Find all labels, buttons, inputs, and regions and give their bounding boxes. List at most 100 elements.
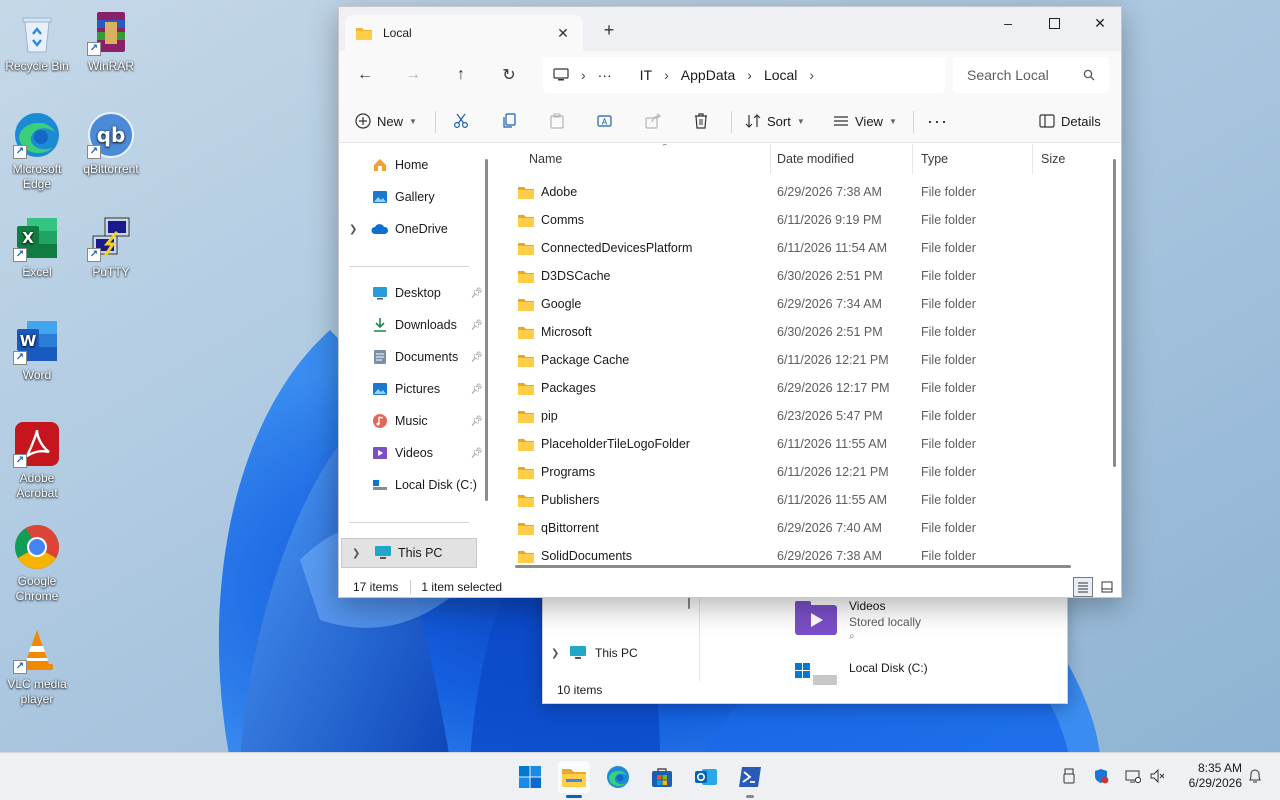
cut-button[interactable]: [453, 107, 469, 135]
network-icon[interactable]: [1124, 767, 1142, 785]
details-view-button[interactable]: [1073, 577, 1093, 597]
nav-item-videos[interactable]: Videos 📌︎: [339, 438, 487, 468]
more-options-button[interactable]: ···: [927, 107, 948, 135]
security-icon[interactable]: [1092, 767, 1110, 785]
refresh-button[interactable]: ↻: [493, 61, 525, 89]
file-name-cell[interactable]: Microsoft: [517, 324, 592, 340]
table-row[interactable]: Microsoft 6/30/2026 2:51 PM File folder: [501, 318, 1101, 346]
nav-item-this-pc[interactable]: ❯ This PC: [341, 538, 477, 568]
up-button[interactable]: ↑: [445, 61, 477, 89]
volume-muted-icon[interactable]: [1148, 767, 1166, 785]
desktop-icon-google-chrome[interactable]: Google Chrome: [1, 523, 73, 604]
notification-bell-icon[interactable]: [1246, 767, 1264, 785]
column-header-name[interactable]: Name ⌃: [521, 144, 771, 174]
file-name-cell[interactable]: pip: [517, 408, 558, 424]
nav-item-home[interactable]: Home: [339, 150, 487, 180]
desktop-icon-adobe-acrobat[interactable]: ↗ Adobe Acrobat: [1, 420, 73, 501]
file-name-cell[interactable]: PlaceholderTileLogoFolder: [517, 436, 690, 452]
chevron-right-icon[interactable]: ❯: [551, 648, 561, 659]
nav-item-gallery[interactable]: Gallery: [339, 182, 487, 212]
file-name-cell[interactable]: Programs: [517, 464, 595, 480]
file-name-cell[interactable]: Publishers: [517, 492, 599, 508]
chevron-right-icon[interactable]: ❯: [349, 224, 363, 235]
table-row[interactable]: Package Cache 6/11/2026 12:21 PM File fold…: [501, 346, 1101, 374]
nav-item-pictures[interactable]: Pictures 📌︎: [339, 374, 487, 404]
minimize-button[interactable]: –: [985, 7, 1031, 39]
desktop-icon-word[interactable]: W ↗ Word: [1, 317, 73, 383]
pin-icon[interactable]: 📌︎: [470, 352, 483, 363]
details-pane-button[interactable]: Details: [1039, 107, 1101, 135]
local-disk-tile[interactable]: Local Disk (C:): [793, 661, 928, 685]
breadcrumb[interactable]: › ··· IT › AppData › Local ›: [543, 57, 945, 93]
search-input[interactable]: Search Local: [953, 57, 1109, 93]
breadcrumb-it[interactable]: IT: [640, 67, 652, 83]
system-clock[interactable]: 8:35 AM 6/29/2026: [1178, 761, 1242, 791]
back-button[interactable]: ←: [349, 61, 381, 89]
chevron-right-icon[interactable]: ›: [664, 67, 669, 83]
tiles-view-button[interactable]: [1097, 577, 1117, 597]
start-button[interactable]: [514, 761, 546, 793]
file-name-cell[interactable]: Packages: [517, 380, 596, 396]
delete-button[interactable]: [693, 107, 709, 135]
file-list-vertical-scrollbar[interactable]: [1113, 159, 1116, 467]
view-button[interactable]: View ▼: [833, 107, 897, 135]
file-list-horizontal-scrollbar[interactable]: [515, 565, 1071, 568]
file-name-cell[interactable]: Google: [517, 296, 581, 312]
desktop-icon-edge[interactable]: ↗ Microsoft Edge: [1, 111, 73, 192]
table-row[interactable]: ConnectedDevicesPlatform 6/11/2026 11:54 …: [501, 234, 1101, 262]
pin-icon[interactable]: 📌︎: [470, 384, 483, 395]
copy-button[interactable]: [501, 107, 517, 135]
pin-icon[interactable]: 📌︎: [470, 448, 483, 459]
desktop-icon-qbittorrent[interactable]: qb ↗ qBittorrent: [75, 111, 147, 177]
nav-item-local-disk[interactable]: Local Disk (C:): [339, 470, 487, 500]
maximize-button[interactable]: [1031, 7, 1077, 39]
rename-button[interactable]: A: [597, 107, 613, 135]
usb-icon[interactable]: [1060, 767, 1078, 785]
table-row[interactable]: qBittorrent 6/29/2026 7:40 AM File folder: [501, 514, 1101, 542]
chevron-right-icon[interactable]: ❯: [352, 548, 366, 559]
nav-item-onedrive[interactable]: ❯ OneDrive: [339, 214, 487, 244]
monitor-icon[interactable]: [553, 68, 569, 82]
chevron-right-icon[interactable]: ›: [581, 67, 586, 83]
table-row[interactable]: Comms 6/11/2026 9:19 PM File folder: [501, 206, 1101, 234]
file-name-cell[interactable]: Adobe: [517, 184, 577, 200]
videos-tile[interactable]: Videos Stored locally ⌕: [793, 599, 921, 642]
file-name-cell[interactable]: D3DSCache: [517, 268, 610, 284]
background-explorer-window[interactable]: ❯ This PC Videos Stored locally ⌕ Local …: [542, 590, 1068, 704]
column-header-size[interactable]: Size: [1033, 144, 1113, 174]
table-row[interactable]: Packages 6/29/2026 12:17 PM File folder: [501, 374, 1101, 402]
new-button[interactable]: New ▼: [355, 107, 417, 135]
taskbar-file-explorer[interactable]: [558, 761, 590, 793]
table-row[interactable]: D3DSCache 6/30/2026 2:51 PM File folder: [501, 262, 1101, 290]
file-name-cell[interactable]: SolidDocuments: [517, 548, 632, 564]
file-name-cell[interactable]: Comms: [517, 212, 584, 228]
table-row[interactable]: pip 6/23/2026 5:47 PM File folder: [501, 402, 1101, 430]
close-button[interactable]: ✕: [1077, 7, 1123, 39]
file-name-cell[interactable]: Package Cache: [517, 352, 629, 368]
table-row[interactable]: Adobe 6/29/2026 7:38 AM File folder: [501, 178, 1101, 206]
nav-item-desktop[interactable]: Desktop 📌︎: [339, 278, 487, 308]
taskbar-outlook[interactable]: [690, 761, 722, 793]
desktop-icon-putty[interactable]: ↗ PuTTY: [75, 214, 147, 280]
taskbar-powershell[interactable]: [734, 761, 766, 793]
sort-button[interactable]: Sort ▼: [745, 107, 805, 135]
file-name-cell[interactable]: ConnectedDevicesPlatform: [517, 240, 692, 256]
table-row[interactable]: Programs 6/11/2026 12:21 PM File folder: [501, 458, 1101, 486]
tab-close-icon[interactable]: ✕: [553, 25, 573, 42]
chevron-right-icon[interactable]: ›: [809, 67, 814, 83]
file-explorer-window[interactable]: Local ✕ + – ✕ ← → ↑ ↻ › ··· IT › AppData…: [338, 6, 1122, 598]
table-row[interactable]: Publishers 6/11/2026 11:55 AM File folder: [501, 486, 1101, 514]
forward-button[interactable]: →: [397, 61, 429, 89]
column-header-date[interactable]: Date modified: [769, 144, 913, 174]
file-name-cell[interactable]: qBittorrent: [517, 520, 599, 536]
breadcrumb-overflow[interactable]: ···: [598, 67, 612, 83]
tab-local[interactable]: Local ✕: [345, 15, 583, 51]
pin-icon[interactable]: 📌︎: [470, 320, 483, 331]
pin-icon[interactable]: 📌︎: [470, 416, 483, 427]
nav-item-documents[interactable]: Documents 📌︎: [339, 342, 487, 372]
desktop-icon-excel[interactable]: X ↗ Excel: [1, 214, 73, 280]
taskbar-store[interactable]: [646, 761, 678, 793]
desktop-icon-recycle-bin[interactable]: Recycle Bin: [1, 8, 73, 74]
column-header-type[interactable]: Type: [913, 144, 1033, 174]
paste-button[interactable]: [549, 107, 565, 135]
